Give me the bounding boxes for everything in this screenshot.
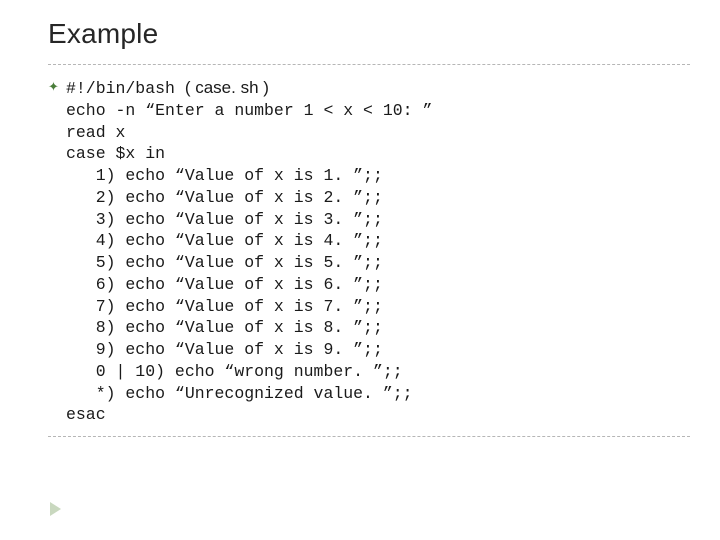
code-case-4: 4) echo “Value of x is 4. ”;; bbox=[66, 231, 383, 250]
bullet-icon: ✦ bbox=[48, 80, 59, 93]
code-line-esac: esac bbox=[66, 405, 106, 424]
code-block: #!/bin/bash ( case. sh ) echo -n “Enter … bbox=[66, 77, 690, 426]
code-case-0-10: 0 | 10) echo “wrong number. ”;; bbox=[66, 362, 403, 381]
code-line-shebang: #!/bin/bash bbox=[66, 79, 185, 98]
code-case-6: 6) echo “Value of x is 6. ”;; bbox=[66, 275, 383, 294]
code-case-star: *) echo “Unrecognized value. ”;; bbox=[66, 384, 413, 403]
code-case-2: 2) echo “Value of x is 2. ”;; bbox=[66, 188, 383, 207]
code-line-echo-prompt: echo -n “Enter a number 1 < x < 10: ” bbox=[66, 101, 432, 120]
code-case-8: 8) echo “Value of x is 8. ”;; bbox=[66, 318, 383, 337]
divider-top bbox=[48, 64, 690, 65]
code-line-read: read x bbox=[66, 123, 125, 142]
code-case-9: 9) echo “Value of x is 9. ”;; bbox=[66, 340, 383, 359]
code-case-3: 3) echo “Value of x is 3. ”;; bbox=[66, 210, 383, 229]
code-case-1: 1) echo “Value of x is 1. ”;; bbox=[66, 166, 383, 185]
code-line-case: case $x in bbox=[66, 144, 165, 163]
code-filename: ( case. sh ) bbox=[185, 78, 269, 97]
code-case-7: 7) echo “Value of x is 7. ”;; bbox=[66, 297, 383, 316]
code-case-5: 5) echo “Value of x is 5. ”;; bbox=[66, 253, 383, 272]
slide: Example ✦ #!/bin/bash ( case. sh ) echo … bbox=[0, 0, 720, 540]
slide-title: Example bbox=[48, 18, 690, 50]
corner-chevron-icon bbox=[50, 502, 61, 516]
content-block: ✦ #!/bin/bash ( case. sh ) echo -n “Ente… bbox=[48, 77, 690, 426]
divider-bottom bbox=[48, 436, 690, 437]
